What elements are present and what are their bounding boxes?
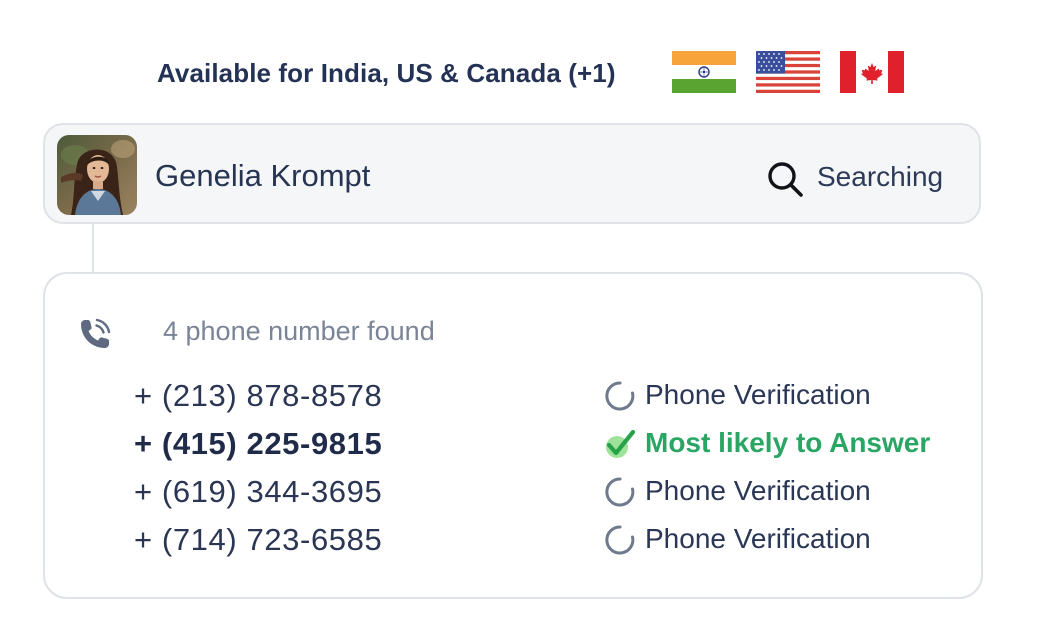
person-card[interactable]: Genelia Krompt Searching: [43, 123, 981, 224]
availability-banner: Available for India, US & Canada (+1): [0, 48, 1060, 98]
found-count-label: 4 phone number found: [163, 316, 435, 346]
verification-status: Phone Verification: [645, 475, 871, 506]
avatar: [57, 135, 137, 215]
results-card: 4 phone number found + (213) 878-8578 Ph…: [43, 272, 983, 599]
phone-row[interactable]: + (714) 723-6585 Phone Verification: [45, 516, 981, 564]
person-name: Genelia Krompt: [155, 158, 371, 193]
checkmark-icon: [606, 429, 636, 458]
phone-number[interactable]: + (213) 878-8578: [134, 378, 382, 414]
answer-status: Most likely to Answer: [645, 427, 931, 458]
availability-text: Available for India, US & Canada (+1): [157, 58, 616, 88]
phone-row[interactable]: + (415) 225-9815 Most likely to Answer: [45, 420, 981, 468]
phone-ringing-icon: [81, 318, 111, 348]
spinner-icon: [605, 381, 635, 411]
phone-row[interactable]: + (213) 878-8578 Phone Verification: [45, 372, 981, 420]
search-icon: [768, 162, 803, 197]
us-flag-icon: [756, 51, 820, 93]
spinner-icon: [605, 525, 635, 555]
verification-status: Phone Verification: [645, 379, 871, 410]
phone-number[interactable]: + (619) 344-3695: [134, 474, 382, 510]
verification-status: Phone Verification: [645, 523, 871, 554]
phone-number[interactable]: + (714) 723-6585: [134, 522, 382, 558]
india-flag-icon: [672, 51, 736, 93]
canada-flag-icon: [840, 51, 904, 93]
phone-number[interactable]: + (415) 225-9815: [134, 426, 382, 462]
connector-line: [92, 224, 94, 273]
spinner-icon: [605, 477, 635, 507]
search-status-label: Searching: [817, 161, 944, 192]
phone-row[interactable]: + (619) 344-3695 Phone Verification: [45, 468, 981, 516]
